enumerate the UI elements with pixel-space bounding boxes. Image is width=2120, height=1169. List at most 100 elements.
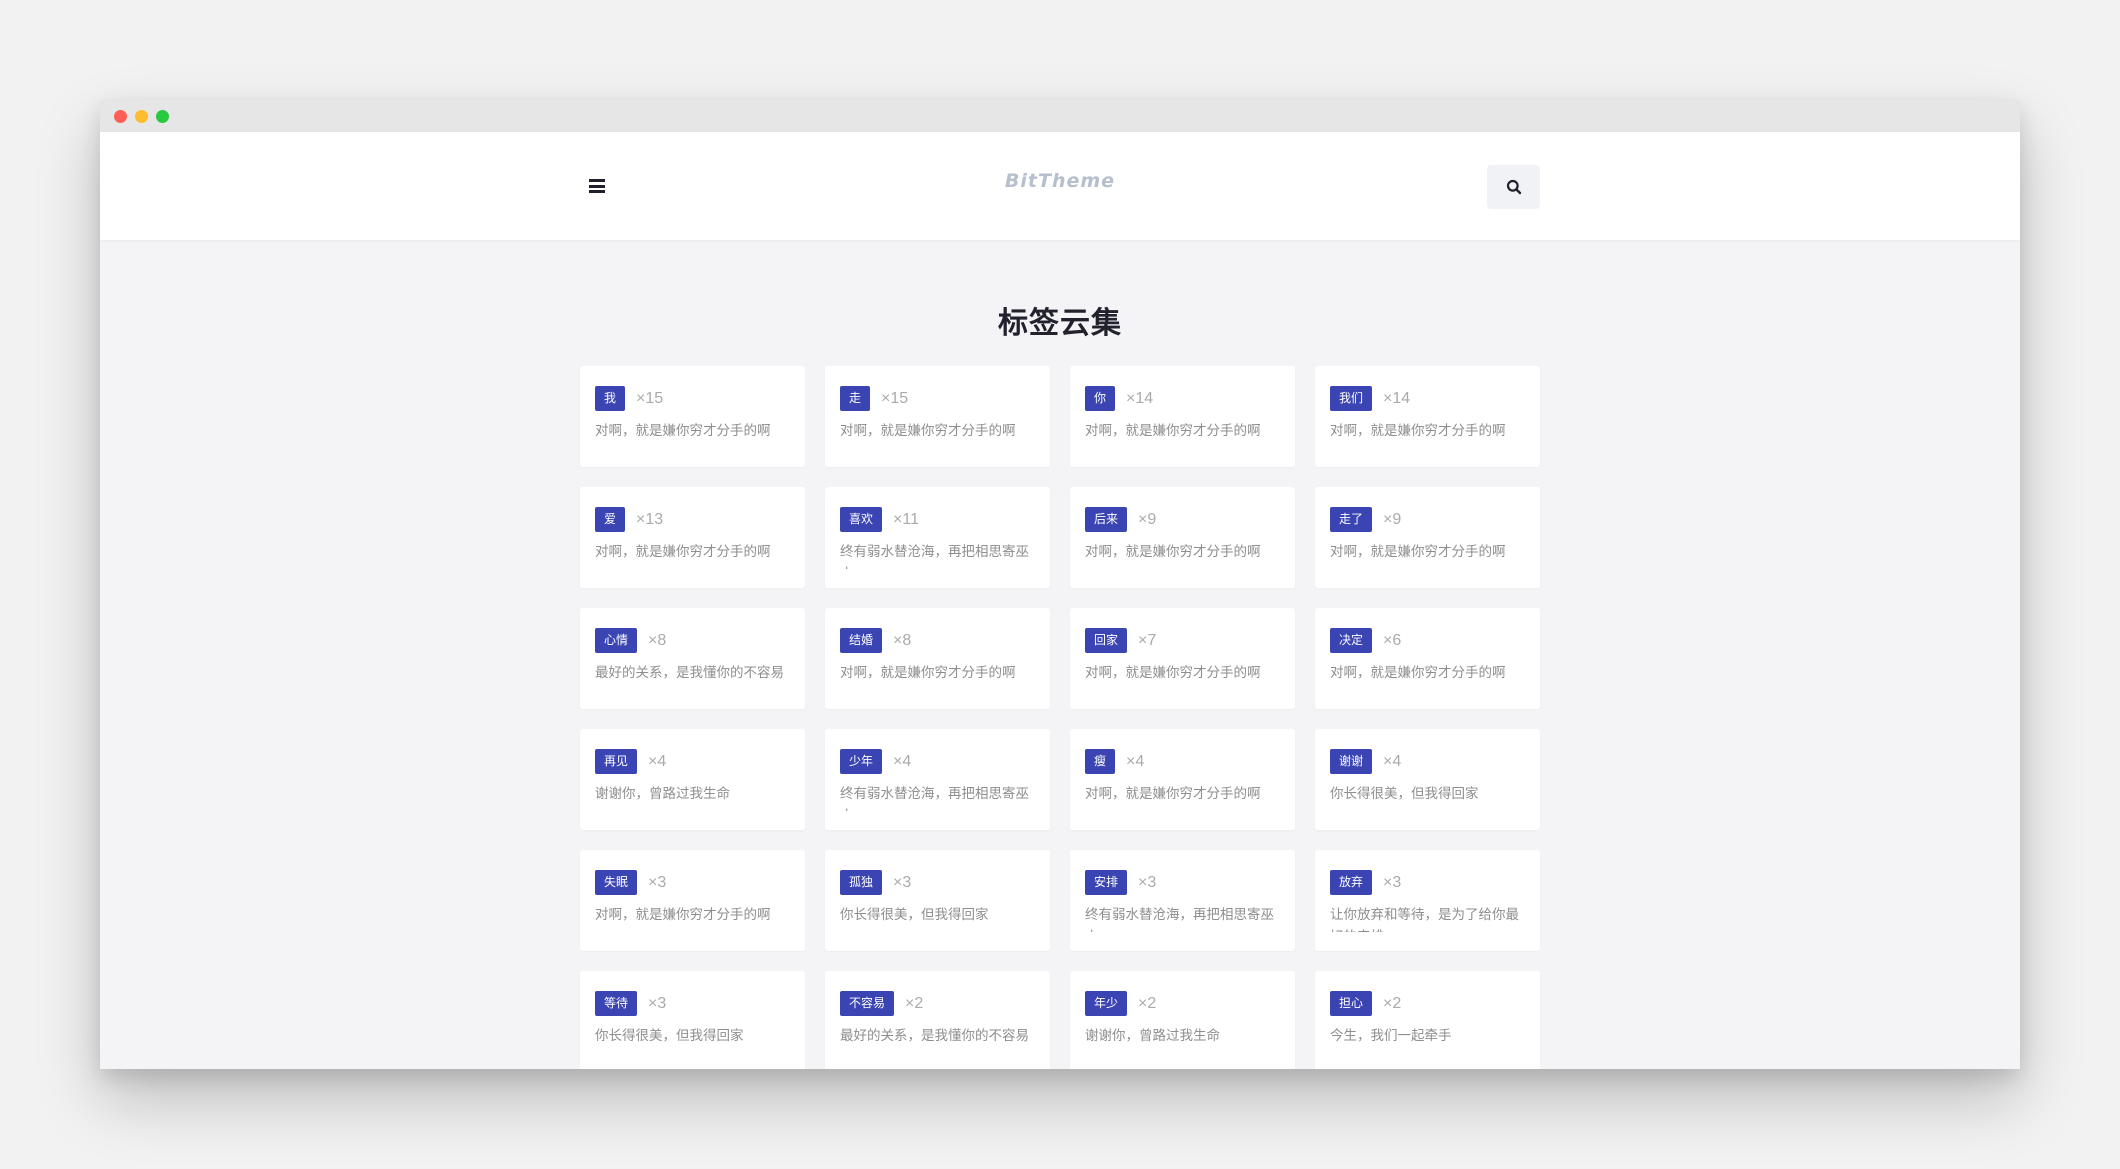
tag-card[interactable]: 决定 ×6 对啊，就是嫌你穷才分手的啊: [1315, 608, 1540, 709]
tag-count: ×4: [1383, 752, 1402, 770]
tag-card-header: 担心 ×2: [1330, 991, 1525, 1016]
tag-description: 最好的关系，是我懂你的不容易: [840, 1028, 1029, 1043]
tag-card-header: 你 ×14: [1085, 386, 1280, 411]
tag-card[interactable]: 少年 ×4 终有弱水替沧海，再把相思寄巫山: [825, 729, 1050, 830]
tag-count: ×14: [1383, 389, 1411, 407]
tag-label[interactable]: 瘦: [1085, 749, 1116, 774]
tag-label[interactable]: 担心: [1330, 991, 1373, 1016]
tag-label[interactable]: 放弃: [1330, 870, 1373, 895]
tag-card[interactable]: 谢谢 ×4 你长得很美，但我得回家: [1315, 729, 1540, 830]
tag-card[interactable]: 安排 ×3 终有弱水替沧海，再把相思寄巫山: [1070, 850, 1295, 951]
tag-label[interactable]: 心情: [595, 628, 638, 653]
tag-label[interactable]: 年少: [1085, 991, 1128, 1016]
tag-description: 最好的关系，是我懂你的不容易: [595, 665, 784, 680]
tag-label[interactable]: 后来: [1085, 507, 1128, 532]
tag-label[interactable]: 孤独: [840, 870, 883, 895]
tag-card-header: 少年 ×4: [840, 749, 1035, 774]
tag-label[interactable]: 走了: [1330, 507, 1373, 532]
tag-card-header: 决定 ×6: [1330, 628, 1525, 653]
tag-card[interactable]: 我 ×15 对啊，就是嫌你穷才分手的啊: [580, 366, 805, 467]
tag-card[interactable]: 失眠 ×3 对啊，就是嫌你穷才分手的啊: [580, 850, 805, 951]
tag-label[interactable]: 我: [595, 386, 626, 411]
tag-card[interactable]: 爱 ×13 对啊，就是嫌你穷才分手的啊: [580, 487, 805, 588]
tag-count: ×4: [893, 752, 912, 770]
tag-count: ×9: [1383, 510, 1402, 528]
tag-card[interactable]: 再见 ×4 谢谢你，曾路过我生命: [580, 729, 805, 830]
tag-label[interactable]: 谢谢: [1330, 749, 1373, 774]
tag-description: 谢谢你，曾路过我生命: [1085, 1028, 1220, 1043]
tag-card[interactable]: 回家 ×7 对啊，就是嫌你穷才分手的啊: [1070, 608, 1295, 709]
tag-card-header: 回家 ×7: [1085, 628, 1280, 653]
tag-card[interactable]: 走 ×15 对啊，就是嫌你穷才分手的啊: [825, 366, 1050, 467]
tag-card[interactable]: 你 ×14 对啊，就是嫌你穷才分手的啊: [1070, 366, 1295, 467]
minimize-window-dot[interactable]: [135, 109, 148, 123]
tag-description: 对啊，就是嫌你穷才分手的啊: [840, 423, 1016, 438]
tag-card[interactable]: 走了 ×9 对啊，就是嫌你穷才分手的啊: [1315, 487, 1540, 588]
tag-card-header: 走了 ×9: [1330, 507, 1525, 532]
tag-card-header: 年少 ×2: [1085, 991, 1280, 1016]
tag-label[interactable]: 你: [1085, 386, 1116, 411]
tag-description: 对啊，就是嫌你穷才分手的啊: [595, 423, 771, 438]
tag-count: ×8: [893, 631, 912, 649]
tag-card[interactable]: 结婚 ×8 对啊，就是嫌你穷才分手的啊: [825, 608, 1050, 709]
tag-card[interactable]: 担心 ×2 今生，我们一起牵手: [1315, 971, 1540, 1069]
tag-count: ×8: [648, 631, 667, 649]
tag-card-header: 结婚 ×8: [840, 628, 1035, 653]
tag-label[interactable]: 喜欢: [840, 507, 883, 532]
search-icon: [1506, 179, 1521, 195]
tag-description: 对啊，就是嫌你穷才分手的啊: [1085, 665, 1261, 680]
tag-card-header: 再见 ×4: [595, 749, 790, 774]
tag-count: ×11: [893, 510, 919, 528]
search-button[interactable]: [1487, 165, 1540, 209]
tag-label[interactable]: 等待: [595, 991, 638, 1016]
tag-description: 对啊，就是嫌你穷才分手的啊: [595, 544, 771, 559]
tag-card[interactable]: 孤独 ×3 你长得很美，但我得回家: [825, 850, 1050, 951]
tag-label[interactable]: 安排: [1085, 870, 1128, 895]
tag-card[interactable]: 放弃 ×3 让你放弃和等待，是为了给你最好的安排: [1315, 850, 1540, 951]
tag-description: 对啊，就是嫌你穷才分手的啊: [595, 907, 771, 922]
tag-label[interactable]: 结婚: [840, 628, 883, 653]
tag-label[interactable]: 回家: [1085, 628, 1128, 653]
tag-label[interactable]: 少年: [840, 749, 883, 774]
tag-count: ×3: [1138, 873, 1157, 891]
tag-label[interactable]: 我们: [1330, 386, 1373, 411]
tag-card[interactable]: 年少 ×2 谢谢你，曾路过我生命: [1070, 971, 1295, 1069]
tag-count: ×3: [648, 994, 667, 1012]
tag-card[interactable]: 等待 ×3 你长得很美，但我得回家: [580, 971, 805, 1069]
tag-description: 终有弱水替沧海，再把相思寄巫山: [840, 544, 1029, 569]
tag-description: 你长得很美，但我得回家: [1330, 786, 1479, 801]
tag-count: ×3: [1383, 873, 1402, 891]
tag-label[interactable]: 决定: [1330, 628, 1373, 653]
tag-count: ×2: [1138, 994, 1157, 1012]
tag-description: 对啊，就是嫌你穷才分手的啊: [1330, 665, 1506, 680]
tag-label[interactable]: 走: [840, 386, 871, 411]
tag-count: ×4: [1126, 752, 1145, 770]
tag-count: ×13: [636, 510, 664, 528]
tag-label[interactable]: 不容易: [840, 991, 895, 1016]
tag-card-header: 孤独 ×3: [840, 870, 1035, 895]
tag-card[interactable]: 后来 ×9 对啊，就是嫌你穷才分手的啊: [1070, 487, 1295, 588]
tag-description: 对啊，就是嫌你穷才分手的啊: [1085, 544, 1261, 559]
tag-description: 让你放弃和等待，是为了给你最好的安排: [1330, 907, 1519, 932]
tag-card-header: 走 ×15: [840, 386, 1035, 411]
tag-card-header: 后来 ×9: [1085, 507, 1280, 532]
site-logo[interactable]: BitTheme: [100, 170, 2020, 192]
tag-card[interactable]: 喜欢 ×11 终有弱水替沧海，再把相思寄巫山: [825, 487, 1050, 588]
tag-card[interactable]: 心情 ×8 最好的关系，是我懂你的不容易: [580, 608, 805, 709]
tag-card[interactable]: 瘦 ×4 对啊，就是嫌你穷才分手的啊: [1070, 729, 1295, 830]
tag-description: 今生，我们一起牵手: [1330, 1028, 1452, 1043]
tag-grid: 我 ×15 对啊，就是嫌你穷才分手的啊 走 ×15 对啊，就是嫌你穷才分手的啊 你 ×14 对啊…: [580, 366, 1540, 1069]
tag-count: ×15: [881, 389, 909, 407]
tag-card[interactable]: 我们 ×14 对啊，就是嫌你穷才分手的啊: [1315, 366, 1540, 467]
browser-window: BitTheme 标签云集 我 ×15 对啊，就是嫌你穷才分手的啊 走 ×15 对啊，就是…: [100, 100, 2020, 1069]
tag-label[interactable]: 爱: [595, 507, 626, 532]
tag-card-header: 等待 ×3: [595, 991, 790, 1016]
tag-description: 对啊，就是嫌你穷才分手的啊: [840, 665, 1016, 680]
tag-label[interactable]: 失眠: [595, 870, 638, 895]
tag-label[interactable]: 再见: [595, 749, 638, 774]
tag-card-header: 我们 ×14: [1330, 386, 1525, 411]
tag-card-header: 爱 ×13: [595, 507, 790, 532]
tag-card[interactable]: 不容易 ×2 最好的关系，是我懂你的不容易: [825, 971, 1050, 1069]
close-window-dot[interactable]: [114, 109, 127, 123]
maximize-window-dot[interactable]: [156, 109, 169, 123]
